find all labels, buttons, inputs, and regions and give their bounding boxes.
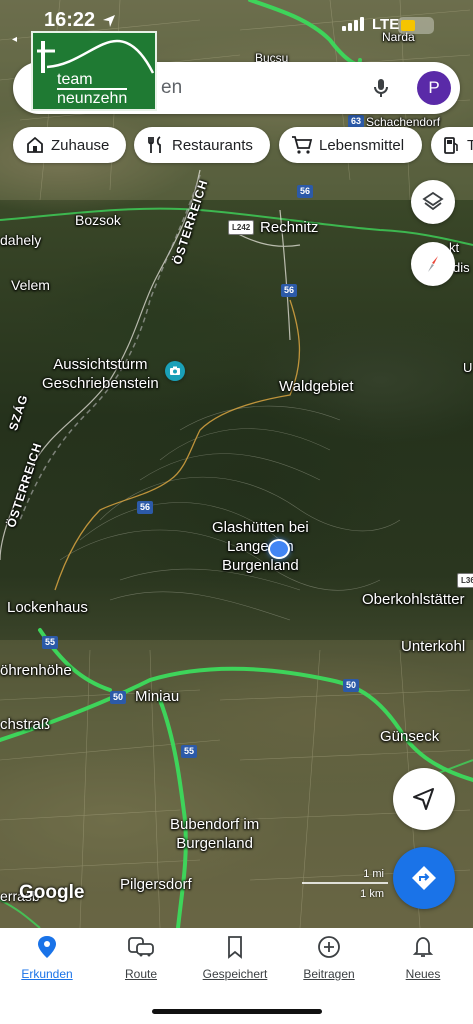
map-scale: 1 mi 1 km: [302, 868, 388, 904]
team-neunzehn-logo: team neunzehn: [31, 31, 157, 111]
network-label: LTE: [372, 16, 400, 33]
place-label-chstrass[interactable]: chstraß: [0, 716, 50, 733]
layers-button[interactable]: [411, 180, 455, 224]
gas-station-icon: [444, 137, 458, 154]
compass-button[interactable]: [411, 242, 455, 286]
place-label-dahely[interactable]: dahely: [0, 232, 41, 248]
nav-label: Beitragen: [303, 967, 355, 981]
place-label-bubendorf[interactable]: Bubendorf im Burgenland: [170, 815, 259, 853]
scale-miles: 1 mi: [363, 868, 384, 880]
nav-item-beitragen[interactable]: Beitragen: [282, 934, 376, 981]
chip-label: T: [467, 136, 473, 154]
account-avatar[interactable]: P: [417, 71, 451, 105]
road-shield-50-west: 50: [110, 691, 127, 704]
google-attribution: Google: [19, 882, 85, 903]
pin-icon: [38, 936, 56, 958]
chip-zuhause[interactable]: Zuhause: [13, 127, 126, 163]
bookmark-icon: [228, 936, 242, 959]
nav-label: Erkunden: [21, 967, 73, 981]
place-label-u[interactable]: U: [463, 360, 472, 375]
chip-tankstellen[interactable]: T: [431, 127, 473, 163]
house-roof-icon: [37, 39, 155, 74]
place-label-waldgebiet[interactable]: Waldgebiet: [279, 378, 354, 395]
signal-icon: [342, 17, 364, 31]
commute-icon: [128, 937, 154, 957]
scale-km: 1 km: [360, 888, 384, 900]
place-label-velem[interactable]: Velem: [11, 277, 50, 293]
poi-label-aussichtsturm[interactable]: Aussichtsturm Geschriebenstein: [42, 355, 159, 393]
camera-poi-icon[interactable]: [165, 361, 185, 381]
layers-icon: [422, 191, 444, 211]
location-arrow-icon: [103, 15, 115, 27]
cart-icon: [292, 136, 313, 154]
bell-icon: [412, 937, 434, 957]
nav-item-erkunden[interactable]: Erkunden: [0, 934, 94, 981]
place-label-glashuetten[interactable]: Glashütten bei Langer im Burgenland: [212, 518, 309, 575]
logo-text-team: team: [57, 71, 93, 88]
road-shield-55-north: 55: [42, 636, 59, 649]
battery-icon: [398, 17, 434, 34]
place-label-lockenhaus[interactable]: Lockenhaus: [7, 599, 88, 616]
chip-restaurants[interactable]: Restaurants: [134, 127, 270, 163]
nav-item-neues[interactable]: Neues: [376, 934, 470, 981]
add-circle-icon: [318, 936, 340, 958]
directions-button[interactable]: [393, 847, 455, 909]
road-shield-56-mid: 56: [281, 284, 298, 297]
my-location-button[interactable]: [393, 768, 455, 830]
place-label-oberkohlstaetten[interactable]: Oberkohlstätter: [362, 591, 465, 608]
home-indicator: [152, 1009, 322, 1014]
place-label-rechnitz[interactable]: Rechnitz: [260, 219, 318, 236]
nav-item-route[interactable]: Route: [94, 934, 188, 981]
road-shield-56-north: 56: [297, 185, 314, 198]
road-shield-l242: L242: [228, 220, 255, 235]
chip-lebensmittel[interactable]: Lebensmittel: [279, 127, 422, 163]
back-to-app-link[interactable]: ◂: [12, 34, 17, 45]
navigation-arrow-icon: [413, 788, 434, 810]
current-location-dot[interactable]: [268, 539, 290, 559]
home-icon: [27, 136, 43, 153]
place-label-dis[interactable]: dis: [453, 260, 470, 275]
road-shield-50-east: 50: [343, 679, 360, 692]
nav-label: Gespeichert: [202, 967, 268, 981]
place-label-miniau[interactable]: Miniau: [135, 688, 179, 705]
place-label-bozsok[interactable]: Bozsok: [75, 212, 121, 228]
road-shield-56-south: 56: [137, 501, 154, 514]
chip-label: Zuhause: [51, 136, 110, 154]
microphone-icon[interactable]: [369, 76, 393, 100]
place-label-ohrenhoehe[interactable]: öhrenhöhe: [0, 662, 72, 679]
compass-icon: [428, 256, 438, 272]
road-shield-55-south: 55: [181, 745, 198, 758]
directions-icon: [412, 866, 436, 890]
logo-text-neunzehn: neunzehn: [57, 88, 128, 107]
nav-item-gespeichert[interactable]: Gespeichert: [188, 934, 282, 981]
chip-label: Restaurants: [172, 136, 253, 154]
status-time: 16:22: [44, 9, 96, 31]
nav-label: Neues: [405, 967, 441, 981]
place-label-guenseck[interactable]: Günseck: [380, 728, 439, 745]
search-placeholder[interactable]: en: [161, 77, 182, 99]
chip-label: Lebensmittel: [319, 136, 405, 154]
road-shield-l36: L36: [457, 573, 473, 588]
restaurant-icon: [148, 136, 161, 153]
place-label-pilgersdorf[interactable]: Pilgersdorf: [120, 876, 192, 893]
place-label-unterkohl[interactable]: Unterkohl: [401, 638, 465, 655]
nav-label: Route: [124, 967, 158, 981]
